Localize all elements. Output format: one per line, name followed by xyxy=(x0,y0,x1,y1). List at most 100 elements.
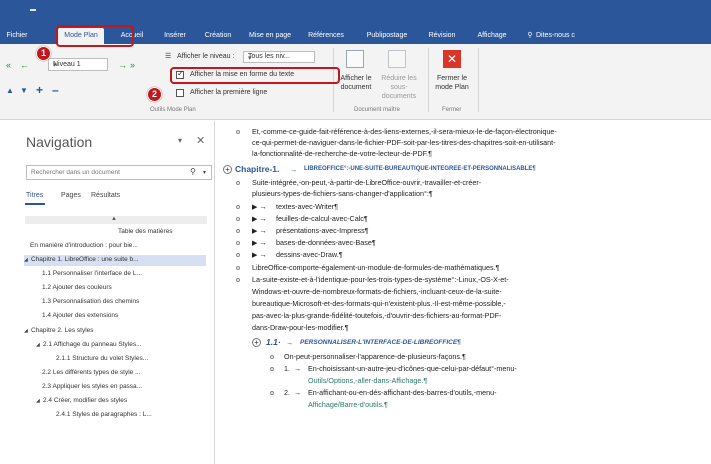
outline-tools-group-label: Outils Mode Plan xyxy=(150,107,196,113)
doc-line: la-fonctionnalité-de-recherche-de-votre-… xyxy=(252,149,433,158)
nav-scroll-up[interactable]: ▲ xyxy=(25,216,207,224)
tab-arrow-icon: → xyxy=(290,165,298,174)
expand-heading-icon[interactable]: + xyxy=(223,165,232,174)
show-level-select[interactable]: Tous les niv... ▾ xyxy=(243,51,315,63)
outline-bullet-icon[interactable] xyxy=(236,253,240,257)
nav-item-chapitre-1-label: Chapitre 1. LibreOffice : une suite b... xyxy=(31,256,139,263)
nav-tab-pages[interactable]: Pages xyxy=(61,192,81,199)
callout-badge-2: 2 xyxy=(147,87,162,102)
demote-icon[interactable]: → xyxy=(118,60,127,70)
nav-tab-resultats[interactable]: Résultats xyxy=(91,192,120,199)
chevron-down-icon: ▾ xyxy=(248,55,252,62)
collapse-triangle-icon[interactable]: ◢ xyxy=(24,328,31,334)
outline-bullet-icon[interactable] xyxy=(270,367,274,371)
nav-item-2-1-1[interactable]: 2.1.1 Structure du volet Styles... xyxy=(56,355,206,362)
promote-icon[interactable]: ← xyxy=(20,60,29,70)
nav-item-1-1[interactable]: 1.1 Personnaliser l'interface de L... xyxy=(42,270,206,277)
nav-item-1-3[interactable]: 1.3 Personnalisation des chemins xyxy=(42,298,139,305)
outline-level-select[interactable]: Niveau 1 ▾ xyxy=(48,58,108,71)
outline-bullet-icon[interactable] xyxy=(236,205,240,209)
nav-item-2-3[interactable]: 2.3 Appliquer les styles en passa... xyxy=(42,383,206,390)
nav-search-input[interactable]: Rechercher dans un document ⚲ ▾ xyxy=(26,165,212,180)
nav-tab-titres[interactable]: Titres xyxy=(26,192,43,199)
search-icon[interactable]: ⚲ xyxy=(190,167,196,176)
nav-item-chapitre-2[interactable]: ◢ Chapitre 2. Les styles xyxy=(24,327,94,334)
collapse-triangle-icon[interactable]: ◢ xyxy=(24,257,31,263)
nav-item-intro[interactable]: En manière d'introduction : pour bie... xyxy=(30,242,206,249)
show-document-icon[interactable] xyxy=(346,50,364,68)
list-arrow-icon: ▶ → xyxy=(252,238,267,247)
nav-item-2-1-label: 2.1 Affichage du panneau Styles... xyxy=(43,341,142,348)
chevron-down-icon[interactable]: ▾ xyxy=(203,169,206,176)
move-up-icon[interactable]: ▲ xyxy=(6,86,14,95)
outline-bullet-icon[interactable] xyxy=(236,278,240,282)
heading-1-1-title: PERSONNALISER-L'INTERFACE-DE-LIBREOFFICE… xyxy=(300,339,461,346)
collapse-icon[interactable]: – xyxy=(52,83,59,97)
show-first-line-checkbox[interactable] xyxy=(176,89,184,97)
nav-item-toc[interactable]: Table des matières xyxy=(118,228,173,235)
doc-line: On-peut-personnaliser-l'apparence-de-plu… xyxy=(284,352,466,361)
doc-line: bureautique-Microsoft-et-des-formats-qui… xyxy=(252,299,506,308)
demote-to-body-icon[interactable]: » xyxy=(130,60,135,70)
move-down-icon[interactable]: ▼ xyxy=(20,86,28,95)
heading-chapitre-1-title: LIBREOFFICE°:-UNE-SUITE-BUREAUTIQUE-INTE… xyxy=(304,166,536,172)
nav-item-2-2[interactable]: 2.2 Les différents types de style ... xyxy=(42,369,206,376)
nav-title: Navigation xyxy=(26,134,93,150)
outline-bullet-icon[interactable] xyxy=(236,181,240,185)
outline-bullet-icon[interactable] xyxy=(270,391,274,395)
tab-arrow-icon: → xyxy=(286,338,294,347)
show-document-button[interactable]: Afficher le document xyxy=(338,74,374,92)
master-document-group-label: Document maître xyxy=(354,107,401,113)
outline-bullet-icon[interactable] xyxy=(236,217,240,221)
nav-search-placeholder: Rechercher dans un document xyxy=(31,169,120,176)
close-outline-button[interactable]: Fermer le mode Plan xyxy=(432,74,472,92)
doc-line: LibreOffice-comporte-également-un-module… xyxy=(252,263,500,272)
show-level-label: Afficher le niveau : xyxy=(177,53,235,60)
promote-to-heading-icon[interactable]: « xyxy=(6,60,11,70)
show-level-icon: ☰ xyxy=(165,53,172,60)
heading-1-1-number: 1.1· xyxy=(266,337,281,347)
expand-icon[interactable]: + xyxy=(36,83,43,97)
nav-item-2-4-1[interactable]: 2.4.1 Styles de paragraphes : L... xyxy=(56,411,206,418)
chevron-down-icon[interactable]: ▾ xyxy=(178,136,182,145)
tab-fichier[interactable]: Fichier xyxy=(2,28,32,44)
outline-bullet-icon[interactable] xyxy=(270,355,274,359)
outline-bullet-icon[interactable] xyxy=(236,266,240,270)
tab-arrow-icon: → xyxy=(294,388,302,397)
outline-bullet-icon[interactable] xyxy=(236,229,240,233)
tab-publipostage[interactable]: Publipostage xyxy=(360,28,414,44)
close-icon[interactable]: ✕ xyxy=(196,134,205,147)
nav-item-1-2[interactable]: 1.2 Ajouter des couleurs xyxy=(42,284,112,291)
nav-item-1-4[interactable]: 1.4 Ajouter des extensions xyxy=(42,312,118,319)
expand-heading-icon[interactable]: + xyxy=(252,338,261,347)
tab-revision[interactable]: Révision xyxy=(423,28,461,44)
nav-item-2-4[interactable]: ◢ 2.4 Créer, modifier des styles xyxy=(36,397,206,404)
outline-bullet-icon[interactable] xyxy=(236,241,240,245)
nav-item-chapitre-2-label: Chapitre 2. Les styles xyxy=(31,327,94,334)
doc-line: présentations-avec-Impress¶ xyxy=(276,226,369,235)
document-area[interactable]: Et,-comme-ce-guide-fait-référence-à-des-… xyxy=(216,121,711,464)
doc-line: ce-qui-permet-de-naviguer-dans-le-fichie… xyxy=(252,138,556,147)
tab-arrow-icon: → xyxy=(294,364,302,373)
doc-line: feuilles-de-calcul-avec-Calc¶ xyxy=(276,214,368,223)
ribbon: « ← Niveau 1 ▾ → » ▲ ▼ + – ☰ Afficher le… xyxy=(0,44,711,120)
quick-access-icon[interactable] xyxy=(30,9,36,11)
doc-line: bases-de-données-avec-Base¶ xyxy=(276,238,376,247)
tab-references[interactable]: Références xyxy=(303,28,349,44)
tell-me-search[interactable]: Dites-nous c xyxy=(536,28,596,44)
lightbulb-icon[interactable]: ⚲ xyxy=(524,28,536,44)
nav-item-2-1[interactable]: ◢ 2.1 Affichage du panneau Styles... xyxy=(36,341,206,348)
tab-mise-en-page[interactable]: Mise en page xyxy=(246,28,294,44)
nav-item-chapitre-1[interactable]: ◢ Chapitre 1. LibreOffice : une suite b..… xyxy=(24,255,206,266)
chevron-up-icon: ▲ xyxy=(111,216,117,222)
collapse-triangle-icon[interactable]: ◢ xyxy=(36,398,43,404)
list-arrow-icon: ▶ → xyxy=(252,250,267,259)
tab-creation[interactable]: Création xyxy=(198,28,238,44)
doc-line: pas-avec-la-plus-grande-fidélité-toutefo… xyxy=(252,311,502,320)
close-outline-icon[interactable]: ✕ xyxy=(443,50,461,68)
collapse-triangle-icon[interactable]: ◢ xyxy=(36,342,43,348)
tab-inserer[interactable]: Insérer xyxy=(158,28,192,44)
outline-bullet-icon[interactable] xyxy=(236,130,240,134)
doc-line: Suite-intégrée,-on-peut,-à-partir-de-Lib… xyxy=(252,178,482,187)
tab-affichage[interactable]: Affichage xyxy=(470,28,514,44)
